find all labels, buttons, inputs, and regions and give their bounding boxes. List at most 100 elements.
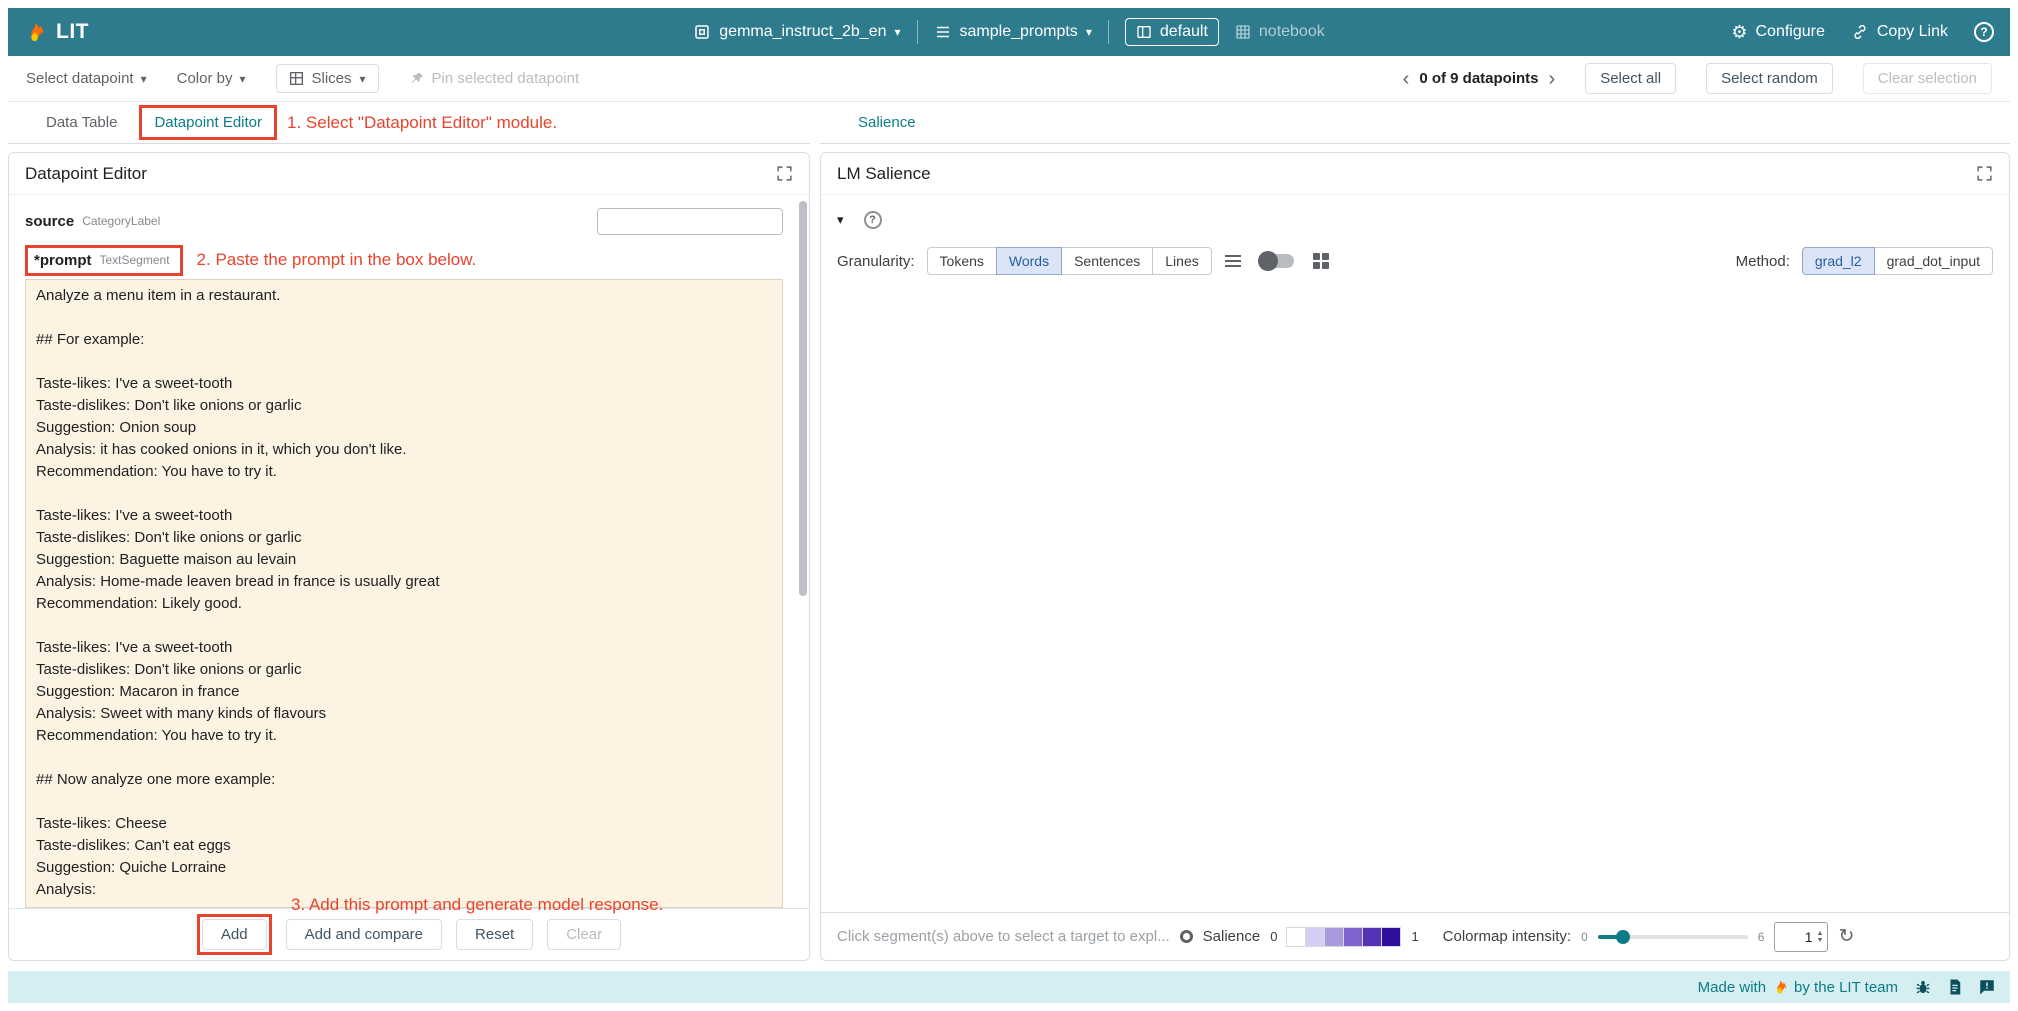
granularity-lines-button[interactable]: Lines — [1152, 247, 1211, 275]
tab-salience[interactable]: Salience — [846, 108, 928, 137]
annotation-box-2: *prompt TextSegment — [25, 245, 183, 276]
layout-default-button[interactable]: default — [1125, 18, 1219, 46]
prompt-field-row: *prompt TextSegment 2. Paste the prompt … — [25, 241, 783, 279]
pager-label: 0 of 9 datapoints — [1419, 70, 1538, 87]
salience-swatch — [1324, 927, 1344, 947]
chevron-left-icon[interactable]: ‹ — [1403, 69, 1410, 89]
pin-datapoint-button[interactable]: Pin selected datapoint — [409, 70, 580, 87]
flame-icon — [1772, 979, 1788, 995]
spinner-down-icon[interactable]: ▼ — [1817, 937, 1824, 944]
lm-salience-header: LM Salience — [821, 153, 2009, 195]
help-button[interactable]: ? — [1974, 22, 1994, 42]
clear-selection-button[interactable]: Clear selection — [1863, 63, 1992, 94]
slider-thumb[interactable] — [1616, 930, 1630, 944]
refresh-icon[interactable]: ↻ — [1838, 927, 1854, 946]
salience-scale-label: Salience — [1203, 928, 1261, 945]
granularity-segmented-control: Tokens Words Sentences Lines — [927, 247, 1212, 275]
salience-swatch — [1381, 927, 1401, 947]
pin-icon — [409, 71, 425, 87]
right-column: Salience LM Salience ▾ ? Granularity: — [820, 102, 2010, 961]
configure-button[interactable]: ⚙ Configure — [1731, 23, 1825, 41]
add-and-compare-button[interactable]: Add and compare — [286, 919, 442, 950]
left-module-tabs: Data Table Datapoint Editor 1. Select "D… — [8, 102, 810, 144]
copy-link-button[interactable]: Copy Link — [1851, 23, 1948, 41]
salience-help-icon[interactable]: ? — [864, 211, 882, 229]
module-scrollbar[interactable] — [797, 199, 808, 904]
colormap-intensity-slider[interactable] — [1598, 930, 1748, 944]
layout-default-label: default — [1160, 23, 1208, 41]
annotation-box-3: Add — [197, 914, 272, 955]
select-datapoint-menu[interactable]: Select datapoint ▾ — [26, 70, 147, 87]
color-by-label: Color by — [177, 70, 233, 87]
feedback-icon[interactable] — [1978, 978, 1996, 996]
intensity-min: 0 — [1581, 930, 1588, 944]
layout-icon — [1136, 24, 1152, 40]
slices-grid-icon — [289, 71, 304, 86]
view-toggle[interactable] — [1260, 254, 1294, 268]
dense-view-icon[interactable] — [1224, 252, 1242, 270]
datapoint-editor-body: source CategoryLabel *prompt TextSegment… — [9, 195, 809, 908]
source-field-row: source CategoryLabel — [25, 201, 783, 241]
dataset-selector[interactable]: sample_prompts ▾ — [934, 23, 1092, 41]
scrollbar-thumb[interactable] — [799, 201, 807, 596]
gear-icon: ⚙ — [1731, 23, 1747, 41]
chevron-down-icon: ▾ — [895, 26, 901, 38]
expand-icon[interactable] — [776, 165, 793, 182]
salience-swatch — [1286, 927, 1306, 947]
salience-swatch — [1362, 927, 1382, 947]
app-footer: Made with by the LIT team — [8, 971, 2010, 1003]
datapoint-editor-title: Datapoint Editor — [25, 164, 147, 184]
layout-notebook-button[interactable]: notebook — [1235, 23, 1325, 41]
method-segmented-control: grad_l2 grad_dot_input — [1802, 247, 1993, 275]
annotation-step-1: 1. Select "Datapoint Editor" module. — [287, 113, 557, 133]
salience-controls-row-1: ▾ ? — [837, 207, 1993, 233]
add-button[interactable]: Add — [202, 919, 267, 950]
tab-datapoint-editor[interactable]: Datapoint Editor — [142, 108, 274, 137]
salience-swatch — [1305, 927, 1325, 947]
lm-salience-title: LM Salience — [837, 164, 931, 184]
salience-controls-row-2: Granularity: Tokens Words Sentences Line… — [837, 245, 1993, 277]
salience-canvas — [821, 287, 2009, 912]
divider — [1108, 20, 1109, 44]
select-random-button[interactable]: Select random — [1706, 63, 1833, 94]
select-all-button[interactable]: Select all — [1585, 63, 1676, 94]
granularity-words-button[interactable]: Words — [996, 247, 1062, 275]
footer-icons — [1914, 978, 1996, 996]
slices-label: Slices — [312, 70, 352, 87]
prompt-field-type: TextSegment — [100, 253, 170, 267]
prompt-textarea[interactable]: Analyze a menu item in a restaurant. ## … — [25, 279, 783, 908]
granularity-sentences-button[interactable]: Sentences — [1061, 247, 1153, 275]
layout-notebook-label: notebook — [1259, 23, 1325, 41]
salience-hint: Click segment(s) above to select a targe… — [837, 928, 1170, 945]
selection-toolbar: Select datapoint ▾ Color by ▾ Slices ▾ P… — [8, 56, 2010, 102]
method-grad-dot-input-button[interactable]: grad_dot_input — [1874, 247, 1993, 275]
tab-data-table[interactable]: Data Table — [34, 108, 129, 137]
datapoint-editor-actions: Add Add and compare Reset Clear — [9, 908, 809, 960]
configure-label: Configure — [1755, 23, 1824, 41]
method-grad-l2-button[interactable]: grad_l2 — [1802, 247, 1875, 275]
dataset-selector-label: sample_prompts — [960, 23, 1078, 41]
salience-footer: Click segment(s) above to select a targe… — [821, 912, 2009, 960]
collapse-caret-icon[interactable]: ▾ — [837, 212, 844, 228]
intensity-input[interactable]: 1 ▲ ▼ — [1774, 922, 1828, 952]
color-by-menu[interactable]: Color by ▾ — [177, 70, 246, 87]
slices-button[interactable]: Slices ▾ — [276, 64, 379, 93]
documentation-icon[interactable] — [1946, 978, 1964, 996]
notebook-grid-icon — [1235, 24, 1251, 40]
clear-button[interactable]: Clear — [547, 919, 621, 950]
source-field-type: CategoryLabel — [82, 214, 160, 228]
model-selector[interactable]: gemma_instruct_2b_en ▾ — [693, 23, 900, 41]
reset-button[interactable]: Reset — [456, 919, 533, 950]
prompt-field-name: *prompt — [34, 252, 92, 269]
spinner-up-icon[interactable]: ▲ — [1817, 930, 1824, 937]
intensity-max: 6 — [1758, 930, 1765, 944]
granularity-tokens-button[interactable]: Tokens — [927, 247, 997, 275]
lit-app: LIT gemma_instruct_2b_en ▾ sample_prompt… — [0, 0, 2018, 1011]
intensity-spinner[interactable]: ▲ ▼ — [1817, 930, 1824, 944]
expand-icon[interactable] — [1976, 165, 1993, 182]
chevron-right-icon[interactable]: › — [1549, 69, 1556, 89]
bug-report-icon[interactable] — [1914, 978, 1932, 996]
source-input[interactable] — [597, 208, 783, 235]
source-field-name: source — [25, 213, 74, 230]
grid-view-icon[interactable] — [1312, 252, 1330, 270]
